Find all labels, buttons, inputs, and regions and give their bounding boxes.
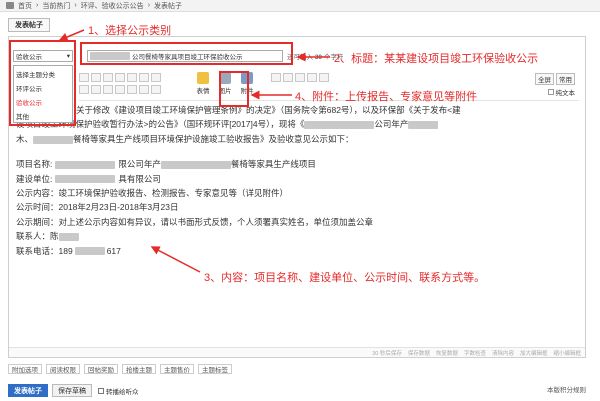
annotation-step4: 4、附件：上传报告、专家意见等附件 <box>295 91 478 103</box>
category-option-selected[interactable]: 验收公示 <box>16 97 70 107</box>
category-option[interactable]: 环评公示 <box>16 83 70 93</box>
annotation-step2: 2、标题：某某建设项目竣工环保验收公示 <box>334 53 539 65</box>
category-option[interactable]: 选择主题分类 <box>16 69 70 79</box>
annotation-step1: 1、选择公示类别 <box>88 25 172 37</box>
category-dropdown: 选择主题分类 环评公示 验收公示 其他 <box>13 65 73 123</box>
annotation-step3: 3、内容：项目名称、建设单位、公示时间、联系方式等。 <box>204 272 486 284</box>
category-option[interactable]: 其他 <box>16 111 70 121</box>
